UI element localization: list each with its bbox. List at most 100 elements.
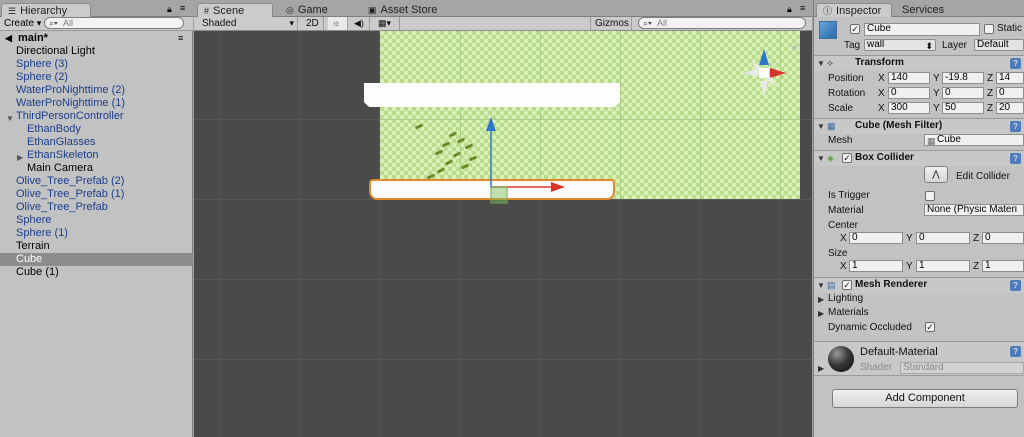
hierarchy-item[interactable]: Main Camera [0, 162, 193, 175]
hierarchy-item[interactable]: Cube [0, 253, 193, 266]
create-dropdown[interactable]: Create ▾ [1, 17, 44, 30]
rotation-x-field[interactable]: 0 [888, 87, 930, 99]
mesh-field[interactable]: ▦ Cube [924, 134, 1024, 146]
hierarchy-item[interactable]: Olive_Tree_Prefab (2) [0, 175, 193, 188]
tab-game[interactable]: ◎ Game [280, 3, 334, 17]
hierarchy-item[interactable]: Sphere (1) [0, 227, 193, 240]
fold-down-icon[interactable]: ▼ [817, 281, 825, 290]
gizmo-y-cone[interactable] [759, 49, 769, 65]
transform-header[interactable]: ▼ ⟡ Transform ? [814, 55, 1024, 71]
size-y-field[interactable]: 1 [916, 260, 970, 272]
hierarchy-item[interactable]: WaterProNighttime (1) [0, 97, 193, 110]
scene-root-item[interactable]: ◀ main* ≡ [0, 31, 193, 45]
box-collider-enabled-checkbox[interactable]: ✓ [842, 153, 852, 163]
center-z-field[interactable]: 0 [982, 232, 1024, 244]
move-gizmo[interactable] [479, 115, 569, 211]
tab-hierarchy[interactable]: ☰ Hierarchy [1, 3, 91, 17]
lock-icon[interactable]: 🔒︎ [167, 4, 172, 14]
hierarchy-item[interactable]: Sphere [0, 214, 193, 227]
physic-material-field[interactable]: None (Physic Materi [924, 204, 1024, 216]
hierarchy-item[interactable]: EthanGlasses [0, 136, 193, 149]
mesh-renderer-enabled-checkbox[interactable]: ✓ [842, 280, 852, 290]
rotation-z-field[interactable]: 0 [996, 87, 1024, 99]
hierarchy-item[interactable]: Cube (1) [0, 266, 193, 279]
hierarchy-item[interactable]: ▼ ThirdPersonController [0, 110, 193, 123]
hierarchy-item[interactable]: Olive_Tree_Prefab (1) [0, 188, 193, 201]
hierarchy-item[interactable]: ▶ EthanSkeleton [0, 149, 193, 162]
tab-scene[interactable]: # Scene [197, 3, 273, 17]
fold-down-icon[interactable]: ▼ [817, 122, 825, 131]
mesh-renderer-header[interactable]: ▼ ▤ ✓ Mesh Renderer ? [814, 277, 1024, 293]
tab-inspector[interactable]: ⓘ Inspector [816, 3, 892, 17]
hierarchy-item[interactable]: Sphere (3) [0, 58, 193, 71]
gizmo-neg-x-cone[interactable] [742, 69, 758, 77]
scene-menu-icon[interactable]: ≡ [178, 33, 183, 43]
fold-right-icon[interactable]: ▶ [818, 295, 824, 304]
panel-menu-icon[interactable]: ≡ [180, 3, 185, 13]
viewport-lock-icon[interactable]: 🔒︎ [792, 41, 797, 51]
scene-viewport[interactable]: 🔒︎ [194, 31, 812, 437]
lighting-foldout[interactable]: Lighting [828, 293, 863, 304]
size-z-field[interactable]: 1 [982, 260, 1024, 272]
is-trigger-checkbox[interactable] [925, 191, 935, 201]
dynamic-occluded-checkbox[interactable]: ✓ [925, 322, 935, 332]
cube-1-object[interactable] [364, 83, 620, 107]
fold-down-icon[interactable]: ▼ [817, 154, 825, 163]
position-x-field[interactable]: 140 [888, 72, 930, 84]
gizmo-center-cube[interactable] [759, 68, 769, 78]
2d-toggle-button[interactable]: 2D [302, 17, 324, 30]
scale-y-field[interactable]: 50 [942, 102, 984, 114]
box-collider-header[interactable]: ▼ ◈ ✓ Box Collider ? [814, 150, 1024, 166]
shader-dropdown[interactable]: Standard [900, 362, 1024, 374]
edit-collider-button[interactable]: ⋀ [924, 166, 948, 183]
materials-foldout[interactable]: Materials [828, 307, 869, 318]
gizmo-x-arrow[interactable] [551, 182, 565, 192]
tab-asset-store[interactable]: ▣ Asset Store [362, 3, 443, 17]
shading-mode-dropdown[interactable]: Shaded ▾ [198, 17, 298, 30]
hierarchy-item[interactable]: WaterProNighttime (2) [0, 84, 193, 97]
rotation-y-field[interactable]: 0 [942, 87, 984, 99]
help-icon[interactable]: ? [1010, 58, 1021, 69]
tab-services[interactable]: Services [896, 3, 950, 17]
add-component-button[interactable]: Add Component [832, 389, 1018, 408]
terrain-grid-line [620, 31, 621, 199]
help-icon[interactable]: ? [1010, 346, 1021, 357]
help-icon[interactable]: ? [1010, 280, 1021, 291]
gizmo-y-arrow[interactable] [486, 117, 496, 131]
orientation-gizmo[interactable] [740, 45, 788, 101]
gizmo-x-cone[interactable] [770, 68, 786, 78]
gizmo-plane-handle[interactable] [490, 186, 508, 204]
center-x-field[interactable]: 0 [849, 232, 903, 244]
position-z-field[interactable]: 14 [996, 72, 1024, 84]
hierarchy-item[interactable]: Olive_Tree_Prefab [0, 201, 193, 214]
fold-right-icon[interactable]: ▶ [818, 364, 824, 373]
position-y-field[interactable]: -19.8 [942, 72, 984, 84]
layer-dropdown[interactable]: Default [974, 39, 1024, 51]
help-icon[interactable]: ? [1010, 153, 1021, 164]
hierarchy-search-input[interactable]: ⌕▾ All [44, 17, 184, 29]
hierarchy-item[interactable]: Directional Light [0, 45, 193, 58]
static-checkbox[interactable] [984, 24, 994, 34]
hierarchy-item[interactable]: Sphere (2) [0, 71, 193, 84]
center-y-field[interactable]: 0 [916, 232, 970, 244]
lighting-toggle-button[interactable]: ☼ [328, 17, 348, 30]
effects-dropdown[interactable]: ▦▾ [374, 17, 400, 30]
help-icon[interactable]: ? [1010, 121, 1021, 132]
scale-z-field[interactable]: 20 [996, 102, 1024, 114]
hierarchy-item[interactable]: Terrain [0, 240, 193, 253]
size-x-field[interactable]: 1 [849, 260, 903, 272]
object-active-checkbox[interactable]: ✓ [850, 24, 860, 34]
object-name-field[interactable]: Cube [864, 23, 980, 36]
fold-right-icon[interactable]: ▶ [818, 309, 824, 318]
scale-x-field[interactable]: 300 [888, 102, 930, 114]
gizmo-neg-y-cone[interactable] [760, 81, 768, 97]
mesh-filter-header[interactable]: ▼ ▦ Cube (Mesh Filter) ? [814, 118, 1024, 134]
panel-menu-icon[interactable]: ≡ [800, 3, 805, 13]
audio-toggle-button[interactable]: ◀) [350, 17, 370, 30]
hierarchy-item[interactable]: EthanBody [0, 123, 193, 136]
scene-search-input[interactable]: ⌕▾ All [638, 17, 806, 29]
gizmos-dropdown[interactable]: Gizmos ▾ [590, 17, 632, 41]
lock-icon[interactable]: 🔒︎ [787, 4, 792, 14]
fold-down-icon[interactable]: ▼ [817, 59, 825, 68]
tag-dropdown[interactable]: wall ⬍ [864, 39, 936, 51]
